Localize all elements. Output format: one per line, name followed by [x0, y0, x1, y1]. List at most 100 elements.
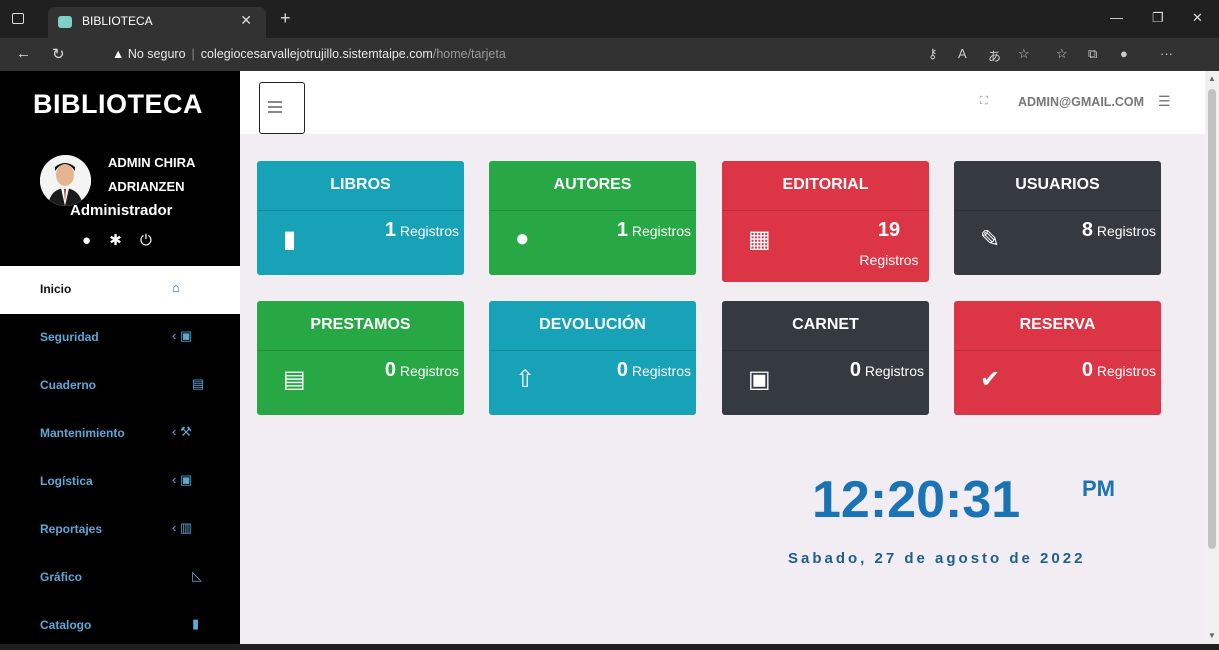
card-devolucion[interactable]: DEVOLUCIÓN ⇧ 0 Registros [489, 301, 696, 415]
clipboard-list-icon: ▤ [283, 366, 306, 393]
admin-email[interactable]: ADMIN@GMAIL.COM [1018, 95, 1144, 109]
card-count: 0 [849, 359, 861, 381]
url-path: /home/tarjeta [432, 47, 506, 61]
reload-icon[interactable]: ↻ [52, 45, 65, 63]
browser-tab[interactable]: BIBLIOTECA ✕ [48, 7, 266, 38]
card-unit: Registros [631, 363, 691, 379]
translate-icon[interactable]: あ [988, 46, 1001, 65]
security-label: No seguro [127, 47, 186, 61]
card-usuarios[interactable]: USUARIOS ✎ 8 Registros [954, 161, 1161, 275]
clipboard-icon: ‹ ▣ [172, 472, 193, 487]
card-value: 8 Registros [1082, 219, 1156, 242]
url-separator: | [191, 47, 195, 61]
sidebar: BIBLIOTECA ADMIN CHIRA ADRIANZEN Adminis… [0, 71, 240, 644]
power-icon[interactable]: ⏻ [140, 232, 152, 249]
card-unit: Registros [864, 363, 924, 379]
card-reserva[interactable]: RESERVA ✔ 0 Registros [954, 301, 1161, 415]
card-count: 1 [384, 219, 396, 241]
card-value: 1 Registros [617, 219, 691, 242]
url-field[interactable]: ▲ No seguro | colegiocesarvallejotrujillo.… [112, 47, 506, 61]
more-icon[interactable]: ··· [1160, 46, 1173, 61]
card-unit: Registros [1096, 363, 1156, 379]
card-carnet[interactable]: CARNET ▣ 0 Registros [722, 301, 929, 415]
book-reader-icon: ▮ [192, 616, 200, 631]
sidebar-item-catalogo[interactable]: Catalogo ▮ [0, 602, 240, 650]
card-editorial[interactable]: EDITORIAL ▦ 19 Registros [722, 161, 929, 282]
card-autores[interactable]: AUTORES ● 1 Registros [489, 161, 696, 275]
user-edit-icon: ✎ [980, 226, 1001, 253]
sidebar-item-mantenimiento[interactable]: Mantenimiento ‹ ⚒ [0, 410, 240, 458]
sidebar-item-label: Inicio [40, 282, 72, 296]
sidebar-item-label: Seguridad [40, 330, 99, 344]
sidebar-item-grafico[interactable]: Gráfico ◺ [0, 554, 240, 602]
user-role: Administrador [70, 202, 173, 219]
back-icon[interactable]: ← [16, 45, 31, 62]
sidebar-item-reportajes[interactable]: Reportajes ‹ ▥ [0, 506, 240, 554]
favorites-bar-icon[interactable]: ☆ [1056, 46, 1068, 62]
sidebar-item-label: Gráfico [40, 570, 83, 584]
clipboard-icon: ‹ ▣ [172, 328, 193, 343]
card-count: 0 [616, 359, 628, 381]
tab-actions-icon[interactable] [12, 13, 24, 24]
sidebar-item-cuaderno[interactable]: Cuaderno ▤ [0, 362, 240, 410]
card-value: 1 Registros [385, 219, 459, 242]
top-navbar: ⛶ ADMIN@GMAIL.COM ☰ [240, 71, 1205, 134]
card-value: 0 Registros [385, 359, 459, 382]
card-title: EDITORIAL [722, 161, 929, 211]
read-aloud-icon[interactable]: A [958, 46, 967, 61]
sidebar-item-seguridad[interactable]: Seguridad ‹ ▣ [0, 314, 240, 362]
card-value: 0 Registros [617, 359, 691, 382]
dashboard-content: LIBROS ▮ 1 Registros AUTORES ● 1 Registr… [240, 134, 1205, 644]
sidebar-item-logistica[interactable]: Logística ‹ ▣ [0, 458, 240, 506]
card-title: AUTORES [489, 161, 696, 211]
settings-icon[interactable]: ✱ [109, 232, 122, 249]
card-count: 0 [1081, 359, 1093, 381]
card-unit: Registros [631, 223, 691, 239]
card-title: CARNET [722, 301, 929, 351]
brand-title: BIBLIOTECA [33, 89, 203, 119]
favorite-icon[interactable]: ☆ [1018, 46, 1030, 62]
card-unit: Registros [859, 252, 919, 268]
url-host: colegiocesarvallejotrujillo.sistemtaipe.… [200, 47, 433, 61]
profile-icon[interactable]: ● [82, 232, 91, 249]
id-card-icon: ▣ [748, 366, 771, 393]
bar-chart-icon: ‹ ▥ [172, 520, 193, 535]
card-libros[interactable]: LIBROS ▮ 1 Registros [257, 161, 464, 275]
minimize-icon[interactable]: — [1110, 10, 1123, 25]
scroll-thumb[interactable] [1208, 89, 1216, 549]
clock-ampm: PM [1082, 476, 1115, 501]
sort-list-icon[interactable]: ☰ [1158, 93, 1171, 110]
sidebar-item-inicio[interactable]: Inicio ⌂ [0, 266, 240, 314]
new-tab-icon[interactable]: + [280, 8, 291, 29]
card-value: 0 Registros [1082, 359, 1156, 382]
collections-icon[interactable]: ⧉ [1088, 46, 1097, 62]
warning-icon: ▲ [112, 47, 125, 61]
sidebar-item-label: Catalogo [40, 618, 92, 632]
page-scrollbar[interactable]: ▲ ▼ [1205, 71, 1219, 644]
card-prestamos[interactable]: PRESTAMOS ▤ 0 Registros [257, 301, 464, 415]
sidebar-item-label: Reportajes [40, 522, 103, 536]
menu-toggle-button[interactable] [259, 82, 305, 134]
browser-titlebar: BIBLIOTECA ✕ + — ❐ ✕ [0, 0, 1219, 38]
key-icon[interactable]: ⚷ [928, 46, 938, 62]
profile-icon[interactable]: ● [1120, 46, 1128, 61]
address-bar: ← ↻ ▲ No seguro | colegiocesarvallejotruji… [0, 38, 1219, 71]
sidebar-item-label: Cuaderno [40, 378, 97, 392]
user-name-line2: ADRIANZEN [108, 179, 185, 194]
fullscreen-icon[interactable]: ⛶ [980, 95, 988, 108]
scroll-down-icon[interactable]: ▼ [1208, 631, 1216, 640]
restore-icon[interactable]: ❐ [1152, 10, 1164, 26]
card-value: 19 Registros [849, 219, 929, 268]
card-unit: Registros [399, 223, 459, 239]
card-title: LIBROS [257, 161, 464, 211]
card-title: PRESTAMOS [257, 301, 464, 351]
book-icon: ▮ [283, 226, 297, 253]
user-icon: ● [515, 225, 530, 252]
close-window-icon[interactable]: ✕ [1192, 10, 1203, 26]
sidebar-item-label: Logística [40, 474, 93, 488]
scroll-up-icon[interactable]: ▲ [1208, 74, 1216, 83]
card-title: USUARIOS [954, 161, 1161, 211]
clock-time: 12:20:31 [812, 471, 1021, 529]
wrench-icon: ‹ ⚒ [172, 424, 192, 439]
tab-close-icon[interactable]: ✕ [240, 12, 252, 29]
